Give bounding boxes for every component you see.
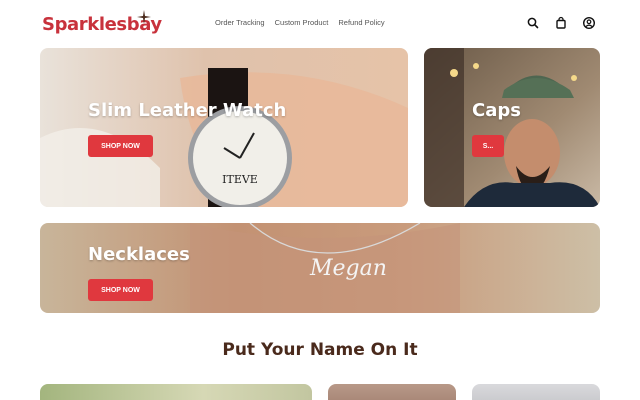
nav-custom-product[interactable]: Custom Product [275,18,329,27]
shop-now-button[interactable]: S... [472,135,504,157]
bag-icon[interactable] [554,16,568,30]
sparkle-icon [137,10,151,24]
main-nav: Order Tracking Custom Product Refund Pol… [215,18,385,27]
account-icon[interactable] [582,16,596,30]
nav-order-tracking[interactable]: Order Tracking [215,18,265,27]
banner-caps[interactable]: Caps S... [424,48,600,207]
site-header: Sparklesbay Order Tracking Custom Produc… [0,0,640,46]
necklace-name: Megan [309,256,387,281]
product-thumbnail[interactable] [472,384,600,400]
caps-photo [424,48,600,207]
product-thumbnail[interactable] [328,384,456,400]
banner-necklaces[interactable]: Megan Necklaces SHOP NOW [40,223,600,313]
shop-now-button[interactable]: SHOP NOW [88,135,153,157]
banner-title: Caps [472,100,521,121]
section-title: Put Your Name On It [222,340,418,360]
search-icon[interactable] [526,16,540,30]
nav-refund-policy[interactable]: Refund Policy [338,18,384,27]
watch-photo: ITEVE [40,48,408,207]
watch-name: ITEVE [222,173,258,186]
banner-title: Necklaces [88,244,190,265]
product-thumbnail[interactable] [40,384,312,400]
banner-watch[interactable]: ITEVE Slim Leather Watch SHOP NOW [40,48,408,207]
header-icons [526,16,596,30]
shop-now-button[interactable]: SHOP NOW [88,279,153,301]
logo[interactable]: Sparklesbay [42,10,162,38]
banner-title: Slim Leather Watch [88,100,287,121]
